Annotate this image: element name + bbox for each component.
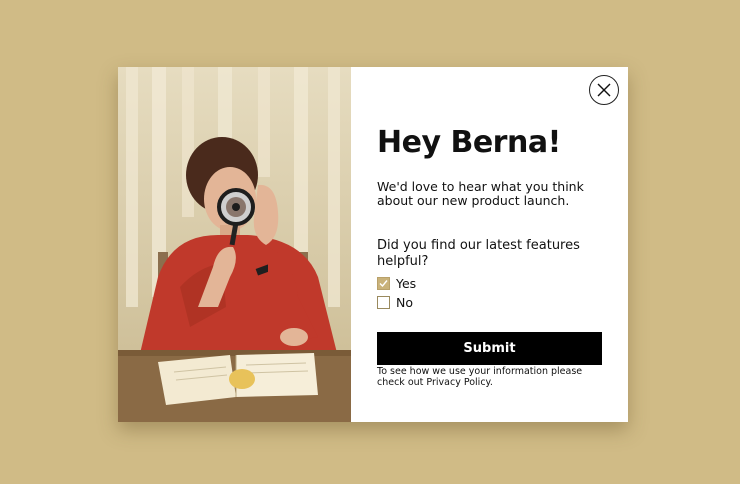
- option-yes[interactable]: Yes: [377, 276, 416, 291]
- option-no-label: No: [396, 295, 413, 310]
- feedback-modal: Hey Berna! We'd love to hear what you th…: [118, 67, 628, 422]
- option-no[interactable]: No: [377, 295, 413, 310]
- privacy-policy-link[interactable]: Privacy Policy: [426, 377, 489, 388]
- hero-photo: [118, 67, 351, 422]
- close-icon: [597, 83, 611, 97]
- intro-text: We'd love to hear what you think about o…: [377, 179, 584, 208]
- feedback-panel: Hey Berna! We'd love to hear what you th…: [351, 67, 628, 422]
- popup-heading: Hey Berna!: [377, 125, 561, 160]
- privacy-notice: To see how we use your information pleas…: [377, 366, 602, 388]
- check-icon: [379, 280, 388, 288]
- question-text: Did you find our latest features helpful…: [377, 238, 580, 269]
- woman-with-magnifier-illustration: [118, 67, 351, 422]
- submit-button[interactable]: Submit: [377, 332, 602, 365]
- close-button[interactable]: [589, 75, 619, 105]
- no-checkbox[interactable]: [377, 296, 390, 309]
- option-yes-label: Yes: [396, 276, 417, 291]
- yes-checkbox[interactable]: [377, 277, 390, 290]
- privacy-suffix: .: [489, 377, 493, 388]
